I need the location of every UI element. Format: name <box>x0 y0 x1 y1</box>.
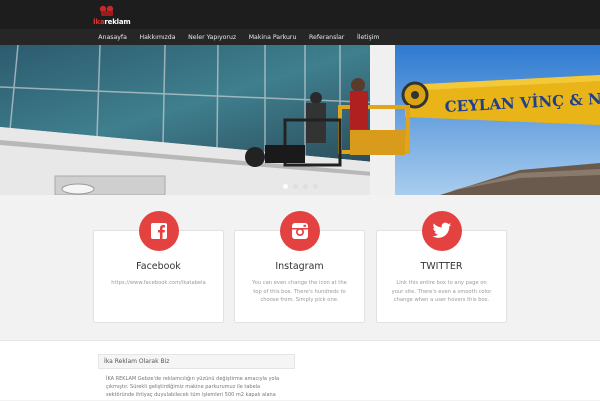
slide-dot-2[interactable] <box>293 184 298 189</box>
instagram-icon-circle <box>280 211 320 251</box>
hero-slider[interactable]: CEYLAN VİNÇ & N <box>0 45 600 195</box>
card-title-instagram: Instagram <box>275 261 324 272</box>
nav-item-anasayfa[interactable]: Anasayfa <box>92 34 133 41</box>
nav-item-referanslar[interactable]: Referanslar <box>303 34 351 41</box>
nav-item-makina-parkuru[interactable]: Makina Parkuru <box>242 34 302 41</box>
twitter-icon <box>432 222 452 238</box>
about-widget-body: İKA REKLAM Gebze'de reklamcılığın yüzünü… <box>106 376 280 398</box>
hero-slide-image: CEYLAN VİNÇ & N <box>0 45 600 195</box>
main-navigation: Anasayfa Hakkımızda Neler Yapıyoruz Maki… <box>0 29 600 45</box>
nav-item-iletisim[interactable]: İletişim <box>351 34 386 41</box>
card-title-twitter: TWITTER <box>420 261 463 272</box>
facebook-icon <box>151 223 167 239</box>
slide-dot-4[interactable] <box>313 184 318 189</box>
card-text-facebook: https://www.facebook.com/ikatabela <box>111 280 206 286</box>
card-text-instagram: You can even change the icon at the top … <box>252 280 347 303</box>
logo-wordmark: İkareklam <box>93 18 131 26</box>
site-logo[interactable]: İkareklam <box>93 5 131 27</box>
card-instagram[interactable]: Instagram You can even change the icon a… <box>234 211 365 323</box>
twitter-icon-circle <box>422 211 462 251</box>
features-section: Facebook https://www.facebook.com/ikatab… <box>0 195 600 340</box>
about-widget-title: İka Reklam Olarak Biz <box>98 354 295 369</box>
about-widget: İka Reklam Olarak Biz İKA REKLAM Gebze'd… <box>98 354 295 401</box>
card-text-twitter: Link this entire box to any page on your… <box>391 280 492 303</box>
instagram-icon <box>292 223 308 239</box>
facebook-icon-circle <box>139 211 179 251</box>
top-header: İkareklam <box>0 0 600 29</box>
nav-item-hakkimizda[interactable]: Hakkımızda <box>133 34 182 41</box>
card-facebook[interactable]: Facebook https://www.facebook.com/ikatab… <box>93 211 224 323</box>
card-title-facebook: Facebook <box>136 261 181 272</box>
card-twitter[interactable]: TWITTER Link this entire box to any page… <box>376 211 507 323</box>
logo-mark-icon <box>99 5 114 16</box>
about-section: İka Reklam Olarak Biz İKA REKLAM Gebze'd… <box>0 340 600 400</box>
slide-dot-3[interactable] <box>303 184 308 189</box>
nav-item-neler-yapiyoruz[interactable]: Neler Yapıyoruz <box>182 34 243 41</box>
slide-dot-1[interactable] <box>283 184 288 189</box>
slider-pagination <box>283 184 318 189</box>
